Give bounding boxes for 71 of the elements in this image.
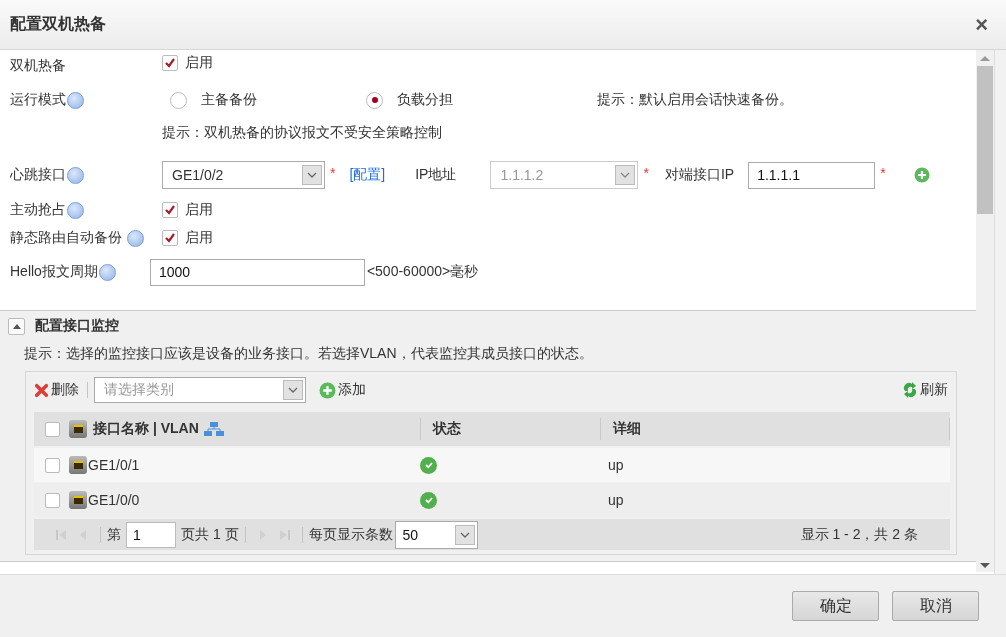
network-icon <box>203 422 224 436</box>
page-size-dropdown[interactable]: 50 <box>394 520 478 549</box>
required-mark: * <box>643 165 649 181</box>
peer-ip-input[interactable]: 1.1.1.1 <box>748 161 876 189</box>
page-number-input[interactable]: 1 <box>126 521 176 548</box>
field-label: 双机热备 <box>10 57 67 75</box>
port-icon <box>69 456 87 474</box>
field-label: IP地址 <box>415 166 457 184</box>
column-header[interactable]: 接口名称 | VLAN <box>93 420 199 438</box>
port-icon <box>69 491 87 509</box>
checkbox[interactable] <box>162 55 178 71</box>
add-icon[interactable] <box>913 167 930 183</box>
add-icon[interactable] <box>319 381 336 399</box>
radio-button[interactable] <box>366 91 383 109</box>
field-label: 运行模式 <box>10 91 66 109</box>
checkbox[interactable] <box>162 230 178 246</box>
chevron-down-icon <box>454 524 475 545</box>
interface-dropdown[interactable]: GE1/0/2 <box>162 161 325 189</box>
range-hint: <500-60000>毫秒 <box>366 263 479 281</box>
cancel-button[interactable]: 取消 <box>892 591 979 621</box>
radio-button[interactable] <box>170 91 187 109</box>
first-page-icon[interactable] <box>55 528 67 541</box>
field-label: 心跳接口 <box>10 166 66 184</box>
refresh-button[interactable]: 刷新 <box>918 381 950 399</box>
chevron-down-icon <box>283 380 303 400</box>
table-cell: GE1/0/1 <box>88 457 140 473</box>
record-summary: 显示 1 - 2，共 2 条 <box>800 525 918 544</box>
column-header[interactable]: 详细 <box>613 420 641 438</box>
checkbox[interactable] <box>162 202 178 218</box>
checkbox-label: 启用 <box>185 201 213 219</box>
table-cell: GE1/0/0 <box>88 492 140 508</box>
delete-button[interactable]: 删除 <box>49 381 81 399</box>
close-button[interactable]: × <box>971 13 992 36</box>
refresh-icon[interactable] <box>902 381 918 399</box>
chevron-down-icon <box>615 165 636 185</box>
radio-label: 主备备份 <box>201 91 258 109</box>
page-label: 第 <box>107 525 121 544</box>
column-header[interactable]: 状态 <box>433 420 461 438</box>
section-title: 配置接口监控 <box>35 317 119 335</box>
hint-text: 提示：双机热备的协议报文不受安全策略控制 <box>162 124 442 142</box>
table-cell: up <box>608 457 624 473</box>
checkbox-label: 启用 <box>185 229 213 247</box>
ok-button[interactable]: 确定 <box>792 591 879 621</box>
window-title: 配置双机热备 <box>10 14 106 34</box>
field-label: 对端接口IP <box>664 166 735 184</box>
add-button[interactable]: 添加 <box>336 381 368 399</box>
row-checkbox[interactable] <box>45 457 60 473</box>
config-link[interactable]: [配置] <box>349 166 386 184</box>
page-size-label: 每页显示条数 <box>308 525 393 544</box>
hint-text: 提示：默认启用会话快速备份。 <box>597 91 793 109</box>
page-label: 页共 1 页 <box>181 525 239 544</box>
scrollbar[interactable] <box>976 50 994 572</box>
select-all-checkbox[interactable] <box>45 421 60 437</box>
checkbox-label: 启用 <box>185 54 213 72</box>
table-row[interactable]: GE1/0/1 up <box>34 448 950 482</box>
required-mark: * <box>880 165 886 181</box>
hint-text: 提示：选择的监控接口应该是设备的业务接口。若选择VLAN，代表监控其成员接口的状态。 <box>24 345 594 363</box>
collapse-toggle[interactable] <box>8 317 25 335</box>
hello-period-input[interactable]: 1000 <box>149 258 365 286</box>
field-label: Hello报文周期 <box>10 263 98 281</box>
delete-icon[interactable] <box>34 382 49 398</box>
last-page-icon[interactable] <box>278 528 291 541</box>
required-mark: * <box>330 165 336 181</box>
chevron-down-icon <box>302 165 322 185</box>
scrollbar-thumb[interactable] <box>977 66 993 214</box>
row-checkbox[interactable] <box>45 492 60 508</box>
field-label: 静态路由自动备份 <box>10 229 123 247</box>
field-label: 主动抢占 <box>10 201 66 219</box>
table-cell: up <box>608 492 624 508</box>
radio-label: 负载分担 <box>397 91 453 109</box>
port-icon <box>69 420 87 438</box>
